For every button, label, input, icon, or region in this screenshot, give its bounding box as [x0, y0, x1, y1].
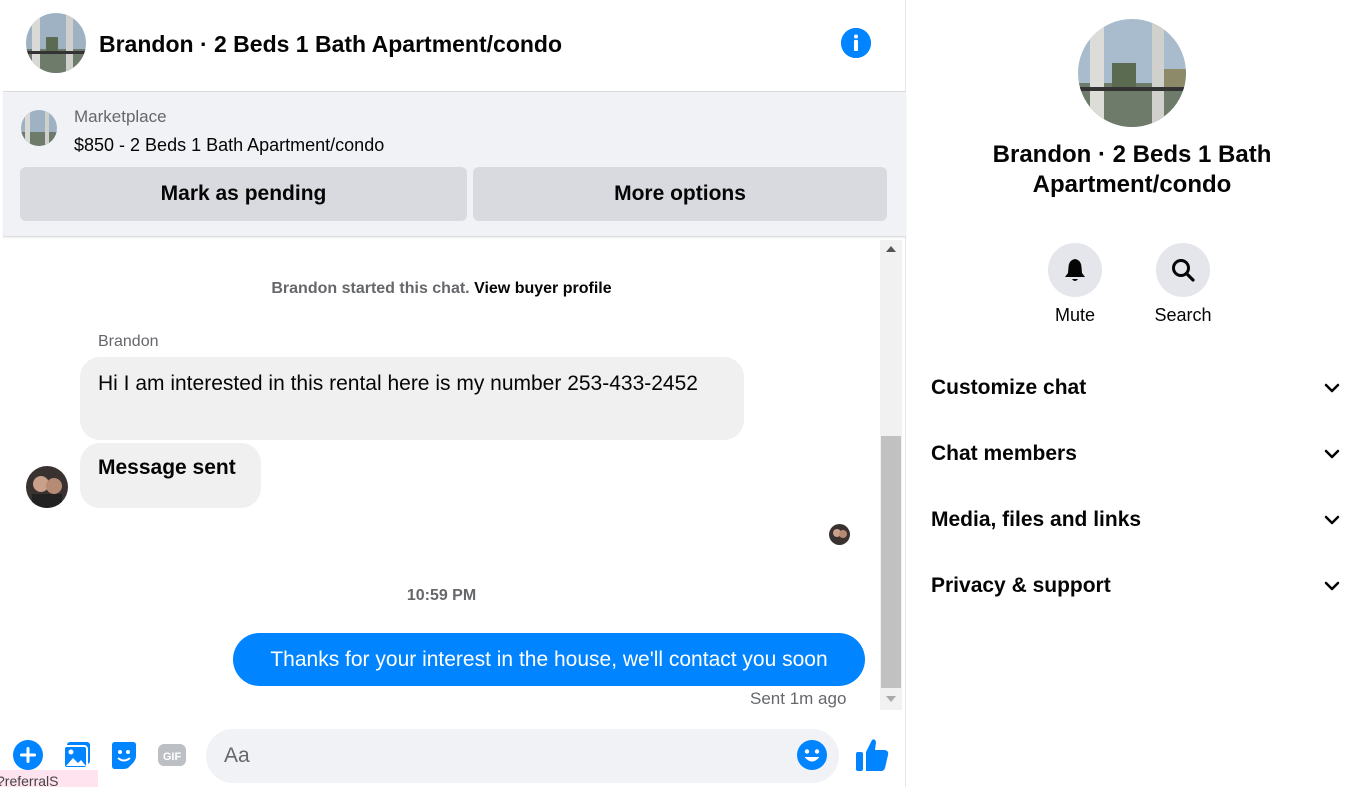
more-options-button[interactable]: More options [473, 167, 887, 221]
search-icon [1172, 259, 1195, 282]
gif-icon[interactable]: GIF [157, 740, 187, 770]
emoji-icon[interactable] [796, 739, 828, 771]
message-input[interactable] [206, 729, 839, 783]
outgoing-message[interactable]: Thanks for your interest in the house, w… [233, 633, 865, 686]
bell-icon [1065, 259, 1085, 281]
conversation-info-panel: Brandon · 2 Beds 1 Bath Apartment/condo … [907, 0, 1357, 787]
url-tooltip: ?referralS [0, 770, 98, 787]
message-scrollbar[interactable] [880, 240, 902, 710]
scroll-thumb[interactable] [881, 436, 901, 688]
seen-receipt-avatar [829, 524, 850, 545]
section-media-files-links[interactable]: Media, files and links [931, 495, 1341, 545]
chevron-down-icon [1324, 449, 1340, 459]
listing-thumbnail[interactable] [21, 110, 57, 146]
chevron-down-icon [1324, 515, 1340, 525]
listing-avatar-large[interactable] [1078, 19, 1186, 127]
chat-panel: Brandon · 2 Beds 1 Bath Apartment/condo … [3, 0, 906, 787]
section-label: Privacy & support [931, 574, 1111, 597]
mark-as-pending-button[interactable]: Mark as pending [20, 167, 467, 221]
info-icon[interactable] [841, 28, 871, 58]
image-icon[interactable] [62, 740, 92, 770]
incoming-message[interactable]: Hi I am interested in this rental here i… [80, 357, 744, 440]
marketplace-banner: Marketplace $850 - 2 Beds 1 Bath Apartme… [3, 92, 906, 237]
message-timestamp: 10:59 PM [406, 587, 477, 604]
chat-header: Brandon · 2 Beds 1 Bath Apartment/condo [3, 0, 906, 92]
buyer-avatar[interactable] [26, 466, 68, 508]
search-button[interactable] [1156, 243, 1210, 297]
mute-button[interactable] [1048, 243, 1102, 297]
section-privacy-support[interactable]: Privacy & support [931, 561, 1341, 611]
conversation-title: Brandon · 2 Beds 1 Bath Apartment/condo [99, 31, 563, 57]
view-buyer-profile-link[interactable]: View buyer profile [474, 280, 612, 297]
chat-started-notice: Brandon started this chat. View buyer pr… [3, 280, 880, 298]
mute-label: Mute [1054, 305, 1096, 325]
chevron-down-icon [1324, 383, 1340, 393]
sticker-icon[interactable] [109, 740, 139, 770]
thumbs-up-icon[interactable] [855, 737, 889, 773]
chevron-down-icon [1324, 581, 1340, 591]
message-list: Brandon started this chat. View buyer pr… [3, 237, 880, 712]
scroll-up-arrow[interactable] [886, 246, 896, 252]
sender-name: Brandon [98, 333, 159, 350]
gif-icon-label: GIF [163, 751, 182, 763]
incoming-message[interactable]: Message sent [80, 443, 261, 508]
chat-started-text: Brandon started this chat. [271, 280, 470, 297]
marketplace-label: Marketplace [74, 107, 167, 126]
section-chat-members[interactable]: Chat members [931, 429, 1341, 479]
search-label: Search [1154, 305, 1212, 325]
sent-status: Sent 1m ago [750, 689, 847, 708]
section-label: Customize chat [931, 376, 1087, 399]
scroll-down-arrow[interactable] [886, 696, 896, 702]
info-panel-title: Brandon · 2 Beds 1 Bath Apartment/condo [992, 141, 1272, 198]
plus-icon[interactable] [13, 740, 43, 770]
listing-avatar[interactable] [26, 13, 86, 73]
listing-summary[interactable]: $850 - 2 Beds 1 Bath Apartment/condo [74, 135, 384, 156]
messenger-window: Brandon · 2 Beds 1 Bath Apartment/condo … [0, 0, 1357, 787]
message-composer: GIF [3, 712, 906, 787]
section-label: Chat members [931, 442, 1077, 465]
section-customize-chat[interactable]: Customize chat [931, 363, 1341, 413]
section-label: Media, files and links [931, 508, 1142, 531]
